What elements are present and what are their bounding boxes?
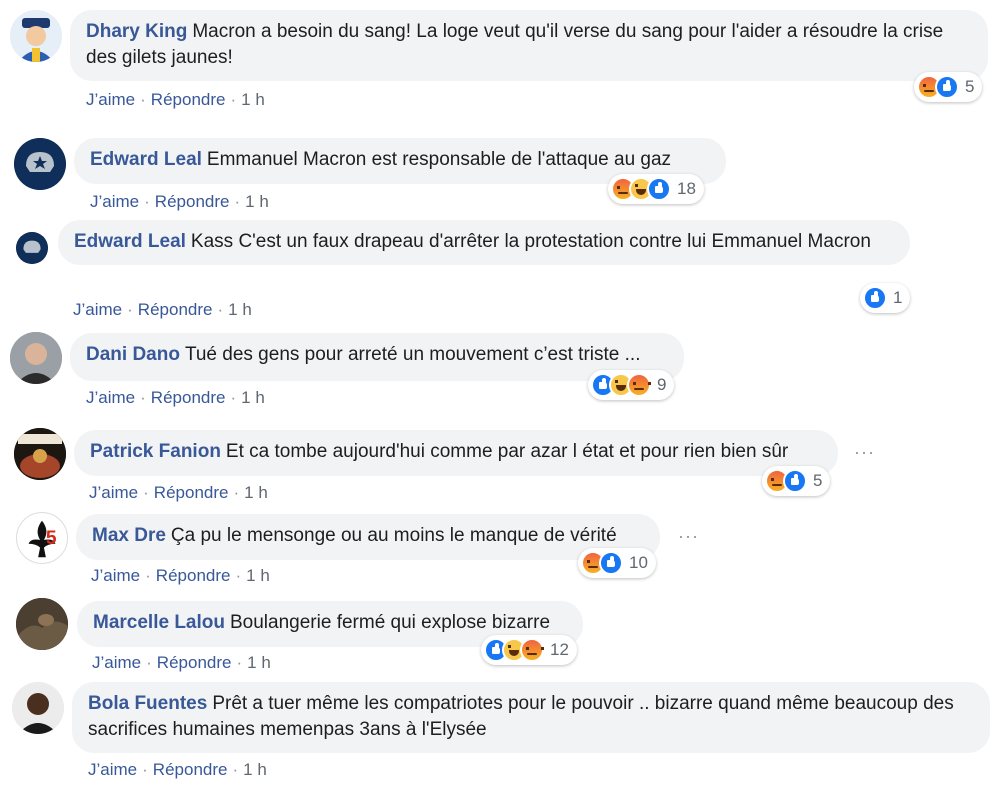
like-reaction-icon xyxy=(647,177,671,201)
svg-text:5: 5 xyxy=(46,528,57,549)
comment-author[interactable]: Edward Leal xyxy=(74,231,186,252)
reaction-summary[interactable]: 18 xyxy=(608,174,704,204)
reply-link[interactable]: Répondre xyxy=(154,483,229,502)
comment-actions: J’aime · Répondre · 1 h xyxy=(88,760,267,779)
comment-bubble: Edward Leal Kass C'est un faux drapeau d'… xyxy=(58,220,910,265)
like-link[interactable]: J’aime xyxy=(73,300,122,319)
comment-text: Boulangerie fermé qui explose bizarre xyxy=(230,612,551,633)
comment-text: Kass C'est un faux drapeau d'arrêter la … xyxy=(190,231,871,252)
comment-bubble: Max Dre Ça pu le mensonge ou au moins le … xyxy=(76,514,660,560)
avatar[interactable] xyxy=(14,428,66,480)
comment-author[interactable]: Max Dre xyxy=(92,525,166,546)
comment-author[interactable]: Dani Dano xyxy=(86,344,180,365)
avatar[interactable]: 5 xyxy=(16,512,68,564)
avatar[interactable] xyxy=(16,232,48,264)
reaction-count: 10 xyxy=(629,553,648,572)
reaction-count: 1 xyxy=(893,288,903,307)
reaction-summary[interactable]: 5 xyxy=(914,72,983,102)
avatar[interactable] xyxy=(16,598,68,650)
comment-actions: J’aime · Répondre · 1 h xyxy=(89,483,268,502)
timestamp[interactable]: 1 h xyxy=(241,388,265,407)
timestamp[interactable]: 1 h xyxy=(246,566,270,585)
like-link[interactable]: J’aime xyxy=(86,90,135,109)
reply-link[interactable]: Répondre xyxy=(151,388,226,407)
like-link[interactable]: J’aime xyxy=(88,760,137,779)
comment-bubble: Bola Fuentes Prêt a tuer même les compatr… xyxy=(72,682,990,753)
like-link[interactable]: J’aime xyxy=(89,483,138,502)
reaction-count: 9 xyxy=(657,375,667,394)
comment-actions: J’aime · Répondre · 1 h xyxy=(86,388,265,407)
comment-text: Macron a besoin du sang! La loge veut qu… xyxy=(86,21,944,68)
timestamp[interactable]: 1 h xyxy=(245,192,269,211)
like-link[interactable]: J’aime xyxy=(86,388,135,407)
avatar[interactable] xyxy=(10,332,62,384)
reaction-summary[interactable]: 12 xyxy=(481,635,577,665)
comment-text: Ça pu le mensonge ou au moins le manque … xyxy=(170,525,617,546)
like-link[interactable]: J’aime xyxy=(90,192,139,211)
more-options-icon[interactable]: ··· xyxy=(854,442,875,463)
comment-author[interactable]: Edward Leal xyxy=(90,149,202,170)
like-link[interactable]: J’aime xyxy=(92,653,141,672)
reply-link[interactable]: Répondre xyxy=(138,300,213,319)
angry-reaction-icon xyxy=(627,373,651,397)
comment-text: Tué des gens pour arreté un mouvement c’… xyxy=(184,344,641,365)
comment-bubble: Dhary King Macron a besoin du sang! La lo… xyxy=(70,10,988,81)
avatar[interactable] xyxy=(14,138,66,190)
comment-actions: J’aime · Répondre · 1 h xyxy=(92,653,271,672)
reaction-summary[interactable]: 10 xyxy=(578,548,656,578)
like-link[interactable]: J’aime xyxy=(91,566,140,585)
reaction-count: 18 xyxy=(677,179,696,198)
reply-link[interactable]: Répondre xyxy=(157,653,232,672)
comment-actions: J’aime · Répondre · 1 h xyxy=(90,192,269,211)
comment-text: Et ca tombe aujourd'hui comme par azar l… xyxy=(225,441,789,462)
timestamp[interactable]: 1 h xyxy=(241,90,265,109)
timestamp[interactable]: 1 h xyxy=(228,300,252,319)
more-options-icon[interactable]: ··· xyxy=(678,526,699,547)
like-reaction-icon xyxy=(783,469,807,493)
comment-author[interactable]: Dhary King xyxy=(86,21,187,42)
comment-bubble: Patrick Fanion Et ca tombe aujourd'hui co… xyxy=(74,430,838,476)
reaction-count: 5 xyxy=(813,471,823,490)
reaction-count: 12 xyxy=(550,640,569,659)
avatar[interactable] xyxy=(12,682,64,734)
timestamp[interactable]: 1 h xyxy=(247,653,271,672)
reply-link[interactable]: Répondre xyxy=(155,192,230,211)
reaction-summary[interactable]: 5 xyxy=(762,466,831,496)
comment-actions: J’aime · Répondre · 1 h xyxy=(73,300,252,319)
timestamp[interactable]: 1 h xyxy=(243,760,267,779)
comment-text: Emmanuel Macron est responsable de l'att… xyxy=(206,149,672,170)
comment-author[interactable]: Marcelle Lalou xyxy=(93,612,225,633)
reply-link[interactable]: Répondre xyxy=(153,760,228,779)
comment-text: Prêt a tuer même les compatriotes pour l… xyxy=(88,693,954,740)
reaction-summary[interactable]: 9 xyxy=(588,370,675,400)
like-reaction-icon xyxy=(599,551,623,575)
reply-link[interactable]: Répondre xyxy=(151,90,226,109)
reply-link[interactable]: Répondre xyxy=(156,566,231,585)
like-reaction-icon xyxy=(863,286,887,310)
avatar[interactable] xyxy=(10,10,62,62)
timestamp[interactable]: 1 h xyxy=(244,483,268,502)
like-reaction-icon xyxy=(935,75,959,99)
comment-author[interactable]: Bola Fuentes xyxy=(88,693,207,714)
reaction-summary[interactable]: 1 xyxy=(860,283,911,313)
reaction-count: 5 xyxy=(965,77,975,96)
comment-actions: J’aime · Répondre · 1 h xyxy=(86,90,265,109)
angry-reaction-icon xyxy=(520,638,544,662)
comment-actions: J’aime · Répondre · 1 h xyxy=(91,566,270,585)
comment-author[interactable]: Patrick Fanion xyxy=(90,441,221,462)
